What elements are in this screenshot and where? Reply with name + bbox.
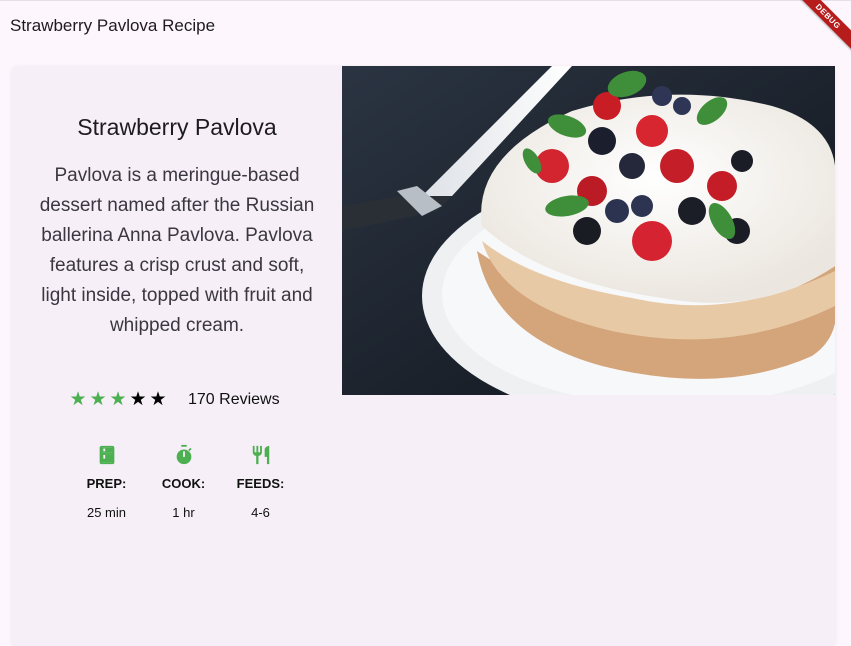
recipe-title: Strawberry Pavlova [77, 114, 277, 140]
stat-feeds-value: 4-6 [251, 505, 270, 520]
stat-feeds: FEEDS: 4-6 [222, 444, 299, 520]
recipe-description: Pavlova is a meringue-based dessert name… [39, 165, 315, 336]
debug-banner: DEBUG [791, 0, 851, 53]
app-bar-title: Strawberry Pavlova Recipe [10, 16, 216, 35]
stat-feeds-label: FEEDS: [236, 476, 285, 491]
stat-cook-label: COOK: [161, 476, 206, 491]
stat-cook: COOK: 1 hr [145, 444, 222, 520]
star-icon: ★ [109, 389, 127, 410]
stat-prep-label: PREP: [86, 476, 127, 491]
kitchen-icon [99, 445, 114, 465]
restaurant-icon [252, 445, 269, 465]
stat-prep-value: 25 min [86, 505, 127, 520]
pavlova-photo [342, 66, 835, 395]
rating-row: ★ ★ ★ ★ ★ 170 Reviews [68, 390, 280, 410]
timer-icon [176, 444, 192, 465]
stat-prep: PREP: 25 min [68, 444, 145, 520]
stat-cook-value: 1 hr [172, 505, 195, 520]
star-icon: ★ [129, 389, 147, 410]
review-count: 170 Reviews [188, 391, 280, 408]
app-bar: Strawberry Pavlova Recipe [0, 0, 851, 50]
debug-banner-container: DEBUG [791, 0, 851, 60]
star-rating: ★ ★ ★ ★ ★ [68, 390, 168, 410]
recipe-stats: PREP: 25 min COOK: 1 hr FEEDS: 4-6 [68, 444, 299, 520]
star-icon: ★ [89, 389, 107, 410]
recipe-card: Strawberry Pavlova Pavlova is a meringue… [12, 66, 835, 646]
star-icon: ★ [149, 389, 167, 410]
star-icon: ★ [69, 389, 87, 410]
pavlova-image [342, 66, 835, 395]
